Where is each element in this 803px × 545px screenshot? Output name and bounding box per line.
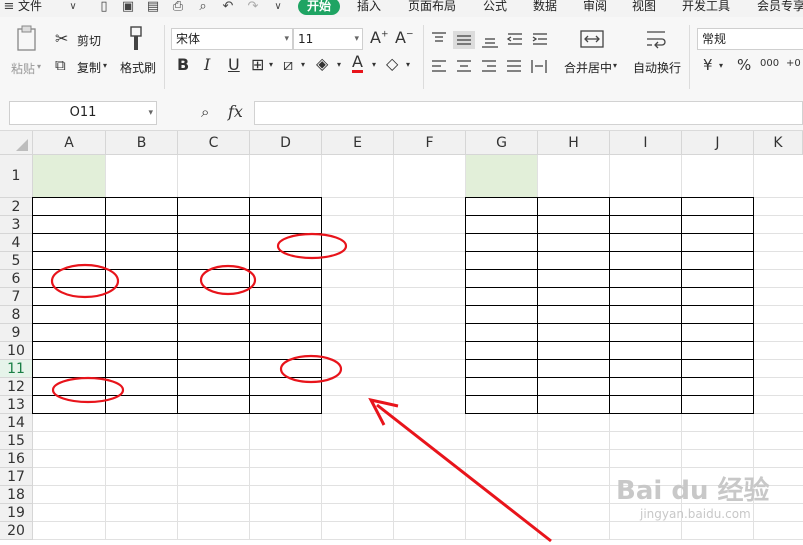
align-bottom-icon bbox=[482, 38, 498, 48]
align-left-icon bbox=[432, 60, 446, 72]
font-size-value: 11 bbox=[298, 32, 314, 46]
new-file-icon[interactable]: ▯ bbox=[97, 0, 111, 14]
chevron-down-icon[interactable]: ▾ bbox=[719, 61, 723, 70]
tab-formulas[interactable]: 公式 bbox=[483, 0, 507, 15]
increase-font-icon[interactable]: A+ bbox=[370, 28, 389, 47]
thousands-separator-icon[interactable]: 000 bbox=[760, 58, 779, 69]
menu-file[interactable]: 文件 bbox=[18, 0, 42, 15]
merge-center-button[interactable] bbox=[579, 28, 605, 52]
scissors-icon[interactable]: ✂ bbox=[55, 29, 68, 48]
eraser-icon[interactable]: ◇ bbox=[386, 54, 398, 73]
undo-icon[interactable]: ↶ bbox=[221, 0, 235, 14]
chevron-down-icon[interactable]: ▾ bbox=[613, 61, 617, 70]
horizontal-align-group[interactable] bbox=[430, 58, 550, 76]
print-preview-icon[interactable]: ⌕ bbox=[196, 0, 210, 14]
tab-home[interactable]: 开始 bbox=[298, 0, 341, 15]
chevron-down-icon[interactable]: ▾ bbox=[406, 60, 410, 69]
underline-icon[interactable]: U bbox=[228, 55, 240, 74]
copy-button[interactable]: 复制 bbox=[77, 59, 101, 76]
border-icon[interactable]: ⊞ bbox=[251, 55, 264, 74]
arrow-line bbox=[376, 403, 552, 543]
ribbon-separator bbox=[689, 25, 690, 89]
highlight-ellipse bbox=[50, 263, 120, 299]
cut-button[interactable]: 剪切 bbox=[77, 32, 101, 49]
worksheet[interactable]: ABCDEFGHIJK 1 2 3 4 5 6 7 8 9 10 11 12 13 14 15 16 17 18 1… bbox=[0, 131, 803, 545]
formula-input[interactable] bbox=[254, 101, 803, 125]
number-format-value: 常规 bbox=[702, 32, 727, 46]
save-icon[interactable]: ▣ bbox=[121, 0, 135, 14]
format-painter-button[interactable] bbox=[125, 25, 147, 53]
distributed-icon bbox=[531, 60, 547, 73]
italic-icon[interactable]: I bbox=[204, 55, 210, 74]
fill-color-icon[interactable]: ◈ bbox=[316, 54, 328, 73]
decrease-font-icon[interactable]: A− bbox=[395, 28, 414, 47]
chevron-down-icon: ▾ bbox=[354, 34, 359, 44]
highlight-ellipse bbox=[199, 264, 257, 296]
wrap-text-button[interactable] bbox=[645, 28, 669, 52]
format-painter-label: 格式刷 bbox=[120, 61, 157, 75]
merge-center-label: 合并居中 bbox=[564, 61, 613, 75]
export-icon[interactable]: ▤ bbox=[146, 0, 160, 14]
font-size-select[interactable]: 11 ▾ bbox=[293, 28, 363, 50]
wrap-text-icon bbox=[647, 31, 666, 49]
chevron-down-icon[interactable]: ∨ bbox=[66, 0, 80, 14]
ribbon: 粘贴 ▾ ✂ 剪切 ⧉ 复制 ▾ 格式刷 宋体 ▾ 11 ▾ A+ A− B I… bbox=[0, 17, 803, 95]
chevron-down-icon: ▾ bbox=[284, 34, 289, 44]
menu-icon[interactable]: ≡ bbox=[2, 0, 16, 14]
align-right-icon bbox=[482, 60, 496, 72]
chevron-down-icon[interactable]: ▾ bbox=[269, 60, 273, 69]
print-icon[interactable]: ⎙ bbox=[171, 0, 185, 14]
decrease-indent-icon bbox=[506, 33, 522, 45]
ribbon-separator bbox=[164, 25, 165, 89]
tab-member[interactable]: 会员专享 bbox=[757, 0, 803, 15]
chevron-down-icon[interactable]: ▾ bbox=[372, 60, 376, 69]
chevron-down-icon[interactable]: ▾ bbox=[37, 62, 41, 71]
highlight-ellipse bbox=[279, 354, 343, 384]
ribbon-separator bbox=[423, 25, 424, 89]
clipboard-icon bbox=[17, 25, 36, 51]
currency-icon[interactable]: ¥ bbox=[703, 56, 713, 74]
decimal-increase-icon[interactable]: +0 bbox=[786, 58, 801, 69]
tab-developer[interactable]: 开发工具 bbox=[682, 0, 730, 15]
formula-bar: O11 ▾ ⌕ fx bbox=[0, 94, 803, 131]
percent-icon[interactable]: % bbox=[737, 56, 751, 74]
wrap-text-label: 自动换行 bbox=[633, 61, 682, 75]
tab-data[interactable]: 数据 bbox=[533, 0, 557, 15]
tab-page-layout[interactable]: 页面布局 bbox=[408, 0, 456, 15]
brush-icon bbox=[130, 26, 142, 50]
vertical-align-group[interactable] bbox=[430, 31, 550, 49]
font-name-select[interactable]: 宋体 ▾ bbox=[171, 28, 293, 50]
copy-icon[interactable]: ⧉ bbox=[55, 56, 66, 74]
name-box[interactable]: O11 ▾ bbox=[9, 101, 157, 125]
name-box-value: O11 bbox=[69, 105, 97, 120]
fx-icon[interactable]: fx bbox=[228, 102, 243, 121]
tab-insert[interactable]: 插入 bbox=[357, 0, 381, 15]
zoom-icon[interactable]: ⌕ bbox=[201, 103, 209, 121]
highlight-ellipse bbox=[276, 232, 348, 260]
annotations bbox=[50, 232, 552, 543]
justify-icon bbox=[507, 60, 521, 72]
align-top-icon bbox=[432, 32, 446, 42]
font-name-value: 宋体 bbox=[176, 32, 201, 46]
chevron-down-icon[interactable]: ▾ bbox=[337, 60, 341, 69]
tab-view[interactable]: 视图 bbox=[632, 0, 656, 15]
tab-review[interactable]: 审阅 bbox=[583, 0, 607, 15]
paste-button[interactable] bbox=[14, 25, 40, 53]
font-color-icon[interactable]: A bbox=[352, 53, 363, 73]
chevron-down-icon: ▾ bbox=[148, 108, 153, 118]
chevron-down-icon[interactable]: ▾ bbox=[301, 60, 305, 69]
merge-cells-icon bbox=[580, 30, 604, 48]
highlight-ellipse bbox=[51, 376, 125, 404]
redo-icon[interactable]: ↷ bbox=[246, 0, 260, 14]
menu-bar: ≡ 文件 ∨ ▯ ▣ ▤ ⎙ ⌕ ↶ ↷ ∨ 开始 插入 页面布局 公式 数据 … bbox=[0, 0, 803, 17]
customize-icon[interactable]: ∨ bbox=[271, 0, 285, 14]
increase-indent-icon bbox=[532, 33, 547, 45]
align-center-icon bbox=[457, 60, 471, 72]
bold-icon[interactable]: B bbox=[177, 55, 189, 74]
diagonal-border-icon[interactable]: ⧄ bbox=[283, 55, 293, 75]
number-format-select[interactable]: 常规 bbox=[697, 28, 803, 50]
paste-label: 粘贴 bbox=[11, 62, 36, 76]
chevron-down-icon[interactable]: ▾ bbox=[103, 61, 107, 70]
